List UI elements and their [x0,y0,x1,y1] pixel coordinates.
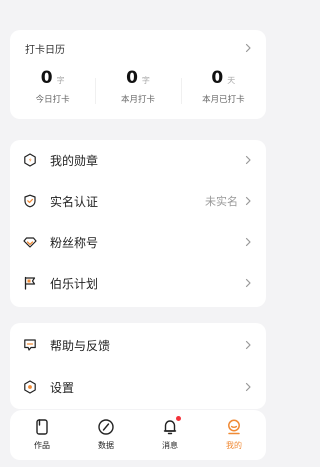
chevron-right-icon [242,236,254,248]
stat-unit: 字 [56,76,65,85]
menu-item-settings[interactable]: 设置 [10,367,266,407]
profile-icon [225,418,243,436]
menu-label: 我的勋章 [50,153,99,168]
diamond-icon [23,235,37,249]
flag-icon [23,276,37,290]
unread-badge [176,416,181,421]
tab-works[interactable]: 作品 [10,410,74,460]
stat-value: 0 [40,68,53,88]
verify-status: 未实名 [205,195,238,208]
stat-label: 本月已打卡 [202,95,245,105]
chevron-right-icon [242,42,254,54]
menu-item-medals[interactable]: 我的勋章 [10,140,266,180]
shield-check-icon [23,194,37,208]
stat-label: 今日打卡 [35,95,70,105]
support-menu-card: 帮助与反馈 设置 [10,323,266,409]
tab-mine[interactable]: 我的 [202,410,266,460]
checkin-title: 打卡日历 [25,44,65,56]
compass-icon [97,418,115,436]
checkin-header[interactable]: 打卡日历 [25,40,254,56]
stat-label: 本月打卡 [120,95,155,105]
stat-unit: 字 [141,76,150,85]
menu-label: 粉丝称号 [50,235,99,250]
tab-label: 我的 [226,441,242,450]
chevron-right-icon [242,381,254,393]
tab-label: 消息 [162,441,178,450]
menu-item-fan-title[interactable]: 粉丝称号 [10,222,266,262]
bottom-tab-bar: 作品 数据 消息 我的 [10,410,266,460]
tab-data[interactable]: 数据 [74,410,138,460]
chevron-right-icon [242,339,254,351]
menu-label: 实名认证 [50,194,99,209]
menu-item-verify[interactable]: 实名认证 未实名 [10,181,266,221]
menu-label: 帮助与反馈 [50,338,111,353]
stat-value: 0 [126,68,138,88]
menu-label: 伯乐计划 [50,276,99,291]
profile-menu-card: 我的勋章 实名认证 未实名 粉丝称号 伯乐计划 [10,140,266,307]
tab-label: 作品 [34,441,50,450]
works-icon [33,418,51,436]
stat-month-days: 0天 本月已打卡 [180,68,266,112]
settings-icon [23,380,37,394]
tab-messages[interactable]: 消息 [138,410,202,460]
chevron-right-icon [242,277,254,289]
feedback-icon [23,338,37,352]
stat-value: 0 [211,68,224,88]
checkin-stats: 0字 今日打卡 0字 本月打卡 0天 本月已打卡 [10,68,266,112]
menu-label: 设置 [50,380,75,395]
menu-item-bole-plan[interactable]: 伯乐计划 [10,263,266,303]
stat-month: 0字 本月打卡 [95,68,180,112]
chevron-right-icon [242,195,254,207]
checkin-calendar-card[interactable]: 打卡日历 0字 今日打卡 0字 本月打卡 0天 本月已打卡 [10,30,266,119]
stat-today: 0字 今日打卡 [10,68,95,112]
bell-icon [161,416,181,436]
menu-item-help[interactable]: 帮助与反馈 [10,325,266,365]
chevron-right-icon [242,154,254,166]
stat-unit: 天 [227,76,236,85]
medal-icon [23,153,37,167]
tab-label: 数据 [98,441,114,450]
